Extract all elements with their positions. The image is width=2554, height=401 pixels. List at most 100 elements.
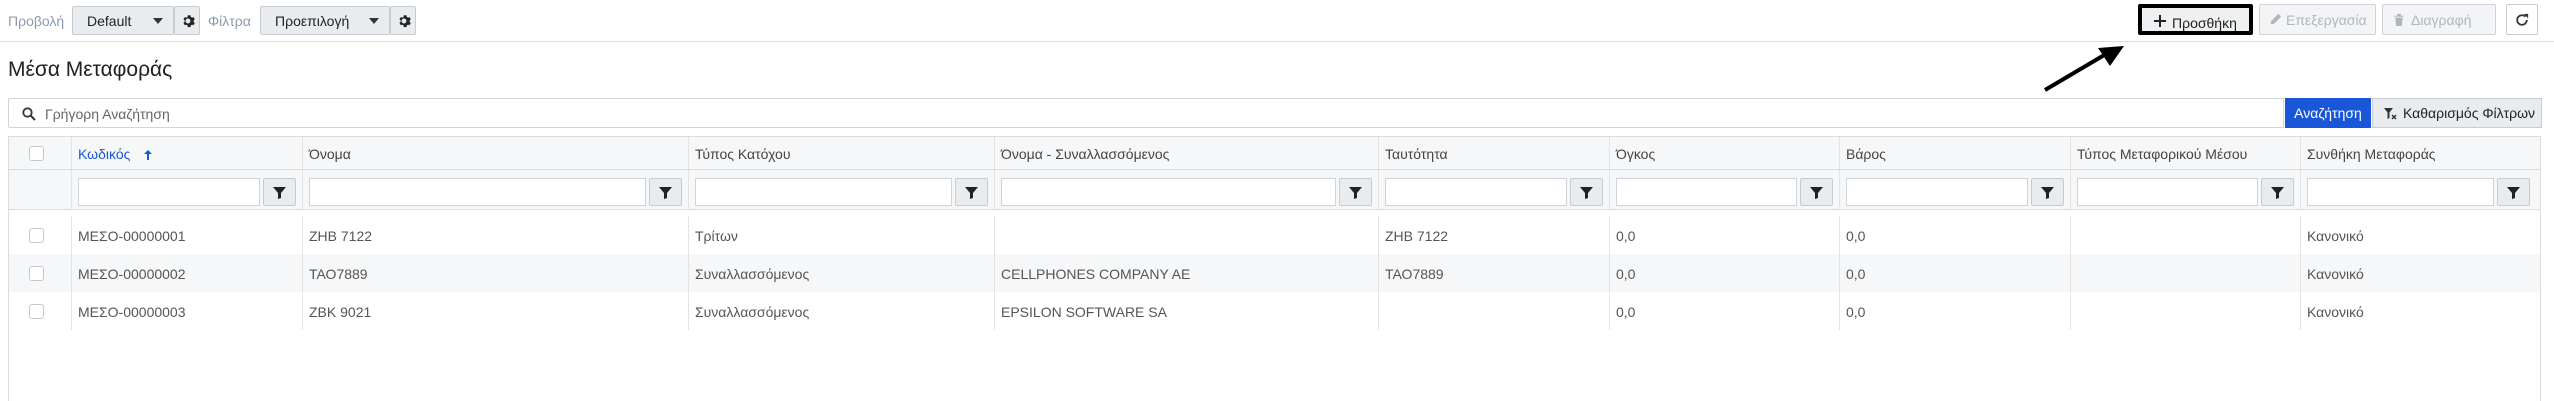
filter-button[interactable]: [2497, 178, 2530, 206]
filter-icon: [2271, 187, 2284, 199]
row-checkbox[interactable]: [29, 304, 44, 319]
clear-filters-label: Καθαρισμός Φίλτρων: [2403, 105, 2536, 121]
filters-label: Φίλτρα: [208, 13, 251, 29]
column-header-vehicle-type[interactable]: Τύπος Μεταφορικού Μέσου: [2070, 137, 2300, 169]
filter-button[interactable]: [1339, 178, 1372, 206]
row-checkbox[interactable]: [29, 266, 44, 281]
filter-button[interactable]: [2261, 178, 2294, 206]
filter-input[interactable]: [695, 178, 952, 206]
filter-icon: [965, 187, 978, 199]
filter-cell-id: [1378, 170, 1609, 209]
delete-button[interactable]: Διαγραφή: [2382, 4, 2496, 35]
cell-vehicle-type: [2070, 292, 2300, 330]
column-header-label: Συνθήκη Μεταφοράς: [2307, 146, 2436, 162]
column-header-label: Τύπος Μεταφορικού Μέσου: [2077, 146, 2248, 162]
filter-dropdown-value: Προεπιλογή: [275, 13, 350, 29]
column-header-label: Ταυτότητα: [1385, 146, 1448, 162]
table-header: Κωδικός Όνομα Τύπος Κατόχου Όνομα - Συνα…: [9, 136, 2540, 170]
clear-filters-button[interactable]: Καθαρισμός Φίλτρων: [2372, 98, 2542, 128]
column-header-label: Κωδικός: [78, 146, 131, 162]
plus-icon: [2154, 15, 2166, 27]
column-header-counterparty[interactable]: Όνομα - Συναλλασσόμενος: [994, 137, 1378, 169]
filter-row: [9, 170, 2540, 210]
filter-input[interactable]: [1385, 178, 1567, 206]
filter-input[interactable]: [2307, 178, 2494, 206]
column-header-transport-condition[interactable]: Συνθήκη Μεταφοράς: [2300, 137, 2540, 169]
cell-name: ΖΗΒ 7122: [302, 216, 688, 254]
column-header-weight[interactable]: Βάρος: [1839, 137, 2070, 169]
filter-cell-volume: [1609, 170, 1839, 209]
column-header-id[interactable]: Ταυτότητα: [1378, 137, 1609, 169]
table-row[interactable]: ΜΕΣΟ-00000003 ΖΒΚ 9021 Συναλλασσόμενος E…: [9, 292, 2540, 330]
cell-owner-type: Τρίτων: [688, 216, 994, 254]
sort-ascending-icon: [144, 150, 153, 160]
pencil-icon: [2270, 13, 2282, 25]
filter-cell-weight: [1839, 170, 2070, 209]
filter-button[interactable]: [2031, 178, 2064, 206]
select-all-cell: [9, 137, 71, 169]
refresh-button[interactable]: [2506, 4, 2538, 35]
filter-icon: [1349, 187, 1362, 199]
filter-icon: [659, 187, 672, 199]
cell-weight: 0,0: [1839, 216, 2070, 254]
cell-owner-type: Συναλλασσόμενος: [688, 292, 994, 330]
filter-input[interactable]: [309, 178, 646, 206]
column-header-label: Τύπος Κατόχου: [695, 146, 791, 162]
cell-owner-type: Συναλλασσόμενος: [688, 254, 994, 292]
search-input[interactable]: [43, 103, 2247, 125]
cell-name: ΖΒΚ 9021: [302, 292, 688, 330]
cell-counterparty: [994, 216, 1378, 254]
data-grid: Κωδικός Όνομα Τύπος Κατόχου Όνομα - Συνα…: [8, 136, 2541, 401]
filter-input[interactable]: [1616, 178, 1797, 206]
column-header-code[interactable]: Κωδικός: [71, 137, 302, 169]
filter-cell-code: [71, 170, 302, 209]
filter-icon: [2041, 187, 2054, 199]
filter-button[interactable]: [1570, 178, 1603, 206]
cell-code: ΜΕΣΟ-00000002: [71, 254, 302, 292]
table-row[interactable]: ΜΕΣΟ-00000001 ΖΗΒ 7122 Τρίτων ΖΗΒ 7122 0…: [9, 216, 2540, 254]
filter-input[interactable]: [78, 178, 260, 206]
select-all-checkbox[interactable]: [29, 146, 44, 161]
filter-button[interactable]: [955, 178, 988, 206]
column-header-label: Όνομα: [309, 146, 351, 162]
view-dropdown-value: Default: [87, 13, 132, 29]
filter-cell-transport-condition: [2300, 170, 2540, 209]
toolbar: Προβολή Default Φίλτρα Προεπιλογή Προσθή…: [0, 0, 2554, 42]
cell-volume: 0,0: [1609, 254, 1839, 292]
column-header-owner-type[interactable]: Τύπος Κατόχου: [688, 137, 994, 169]
row-checkbox[interactable]: [29, 228, 44, 243]
filter-icon: [1580, 187, 1593, 199]
cell-transport-condition: Κανονικό: [2300, 216, 2540, 254]
view-dropdown[interactable]: Default: [72, 6, 174, 35]
gear-icon: [183, 15, 195, 28]
filter-button[interactable]: [263, 178, 296, 206]
edit-button[interactable]: Επεξεργασία: [2259, 4, 2376, 35]
refresh-icon: [2516, 13, 2529, 26]
cell-vehicle-type: [2070, 216, 2300, 254]
cell-code: ΜΕΣΟ-00000003: [71, 292, 302, 330]
search-icon: [22, 107, 36, 121]
column-header-label: Βάρος: [1846, 146, 1886, 162]
filter-cell-owner-type: [688, 170, 994, 209]
chevron-down-icon: [153, 18, 163, 24]
filter-button[interactable]: [649, 178, 682, 206]
column-header-name[interactable]: Όνομα: [302, 137, 688, 169]
filter-button[interactable]: [1800, 178, 1833, 206]
filter-settings-button[interactable]: [390, 6, 416, 35]
filter-input[interactable]: [1846, 178, 2028, 206]
delete-button-label: Διαγραφή: [2411, 12, 2472, 28]
search-button[interactable]: Αναζήτηση: [2285, 98, 2371, 128]
row-select-cell: [9, 254, 71, 292]
cell-counterparty: EPSILON SOFTWARE SA: [994, 292, 1378, 330]
filter-dropdown[interactable]: Προεπιλογή: [260, 6, 390, 35]
column-header-volume[interactable]: Όγκος: [1609, 137, 1839, 169]
filter-cell-counterparty: [994, 170, 1378, 209]
table-row[interactable]: ΜΕΣΟ-00000002 ΤΑΟ7889 Συναλλασσόμενος CE…: [9, 254, 2540, 292]
filter-input[interactable]: [2077, 178, 2258, 206]
cell-id: [1378, 292, 1609, 330]
filter-icon: [1810, 187, 1823, 199]
add-button[interactable]: Προσθήκη: [2138, 4, 2253, 35]
edit-button-label: Επεξεργασία: [2286, 12, 2367, 28]
view-settings-button[interactable]: [174, 6, 200, 35]
filter-input[interactable]: [1001, 178, 1336, 206]
